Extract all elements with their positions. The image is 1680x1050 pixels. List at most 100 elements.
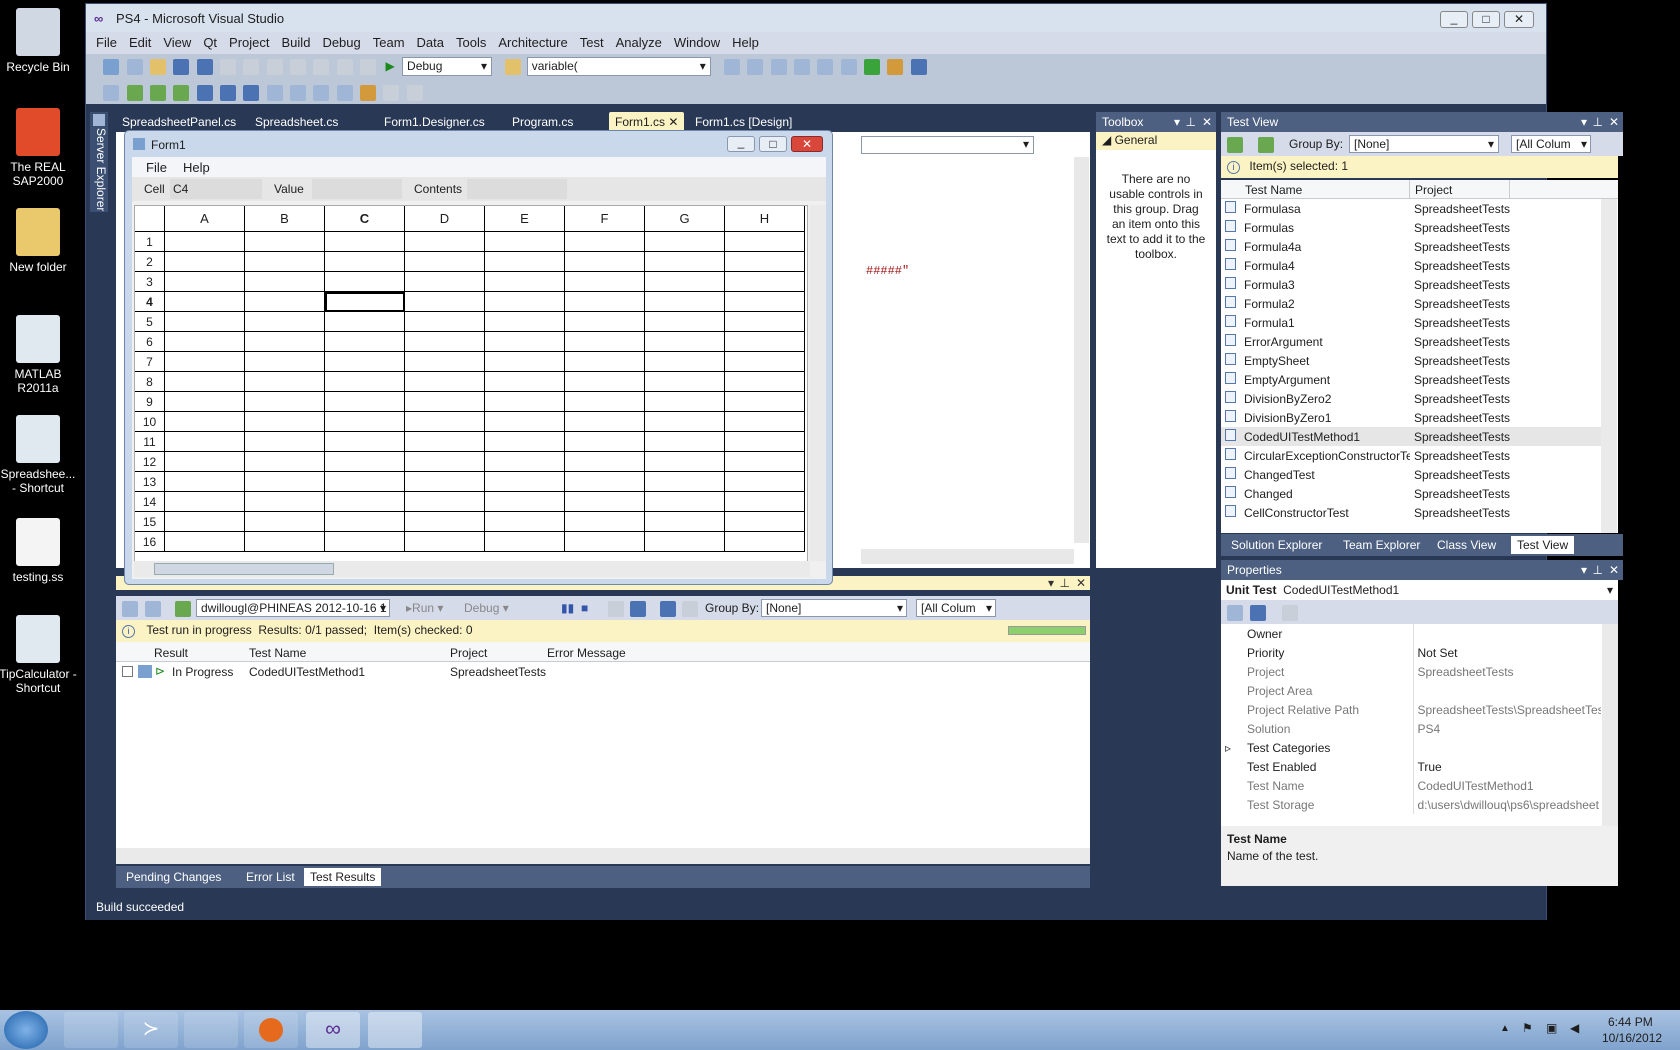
save-icon[interactable]: [173, 59, 190, 75]
grid-cell[interactable]: [645, 372, 725, 392]
test-name-column-header[interactable]: Test Name: [249, 646, 306, 660]
results-group-by-select[interactable]: [None] ▾: [761, 599, 907, 617]
grid-cell[interactable]: [165, 332, 245, 352]
grid-cell[interactable]: [165, 432, 245, 452]
cell-name-field[interactable]: C4: [170, 179, 262, 199]
test-results-icon[interactable]: [196, 85, 213, 101]
grid-cell[interactable]: [645, 232, 725, 252]
form-menu-file[interactable]: File: [132, 157, 179, 175]
grid-cell[interactable]: [645, 532, 725, 552]
menu-test[interactable]: Test: [574, 32, 610, 53]
undo-icon[interactable]: [290, 59, 307, 75]
categorized-icon[interactable]: [1227, 605, 1243, 621]
row-header[interactable]: 10: [135, 412, 165, 432]
grid-cell[interactable]: [565, 352, 645, 372]
desktop-icon[interactable]: New folder: [0, 208, 78, 274]
test-view-row[interactable]: CellConstructorTest SpreadsheetTests: [1221, 503, 1601, 522]
grid-cell[interactable]: [645, 492, 725, 512]
grid-cell[interactable]: [405, 532, 485, 552]
form1-minimize-button[interactable]: _: [727, 136, 755, 152]
property-row[interactable]: Owner: [1221, 624, 1601, 643]
test-view-row[interactable]: EmptySheet SpreadsheetTests: [1221, 351, 1601, 370]
property-row[interactable]: Test Storage d:\users\dwillouq\ps6\spread…: [1221, 795, 1601, 814]
grid-cell[interactable]: [165, 272, 245, 292]
grid-cell[interactable]: [485, 292, 565, 312]
grid-cell[interactable]: [165, 532, 245, 552]
grid-cell[interactable]: [645, 252, 725, 272]
tools-icon[interactable]: [840, 59, 857, 75]
test-results-dropdown-icon[interactable]: ▾: [1048, 576, 1054, 590]
export-icon[interactable]: [630, 601, 646, 617]
column-header[interactable]: H: [725, 206, 805, 232]
column-header[interactable]: G: [645, 206, 725, 232]
grid-cell[interactable]: [645, 452, 725, 472]
grid-cell[interactable]: [405, 352, 485, 372]
grid-cell[interactable]: [405, 292, 485, 312]
grid-cell[interactable]: [645, 292, 725, 312]
grid-cell[interactable]: [405, 452, 485, 472]
grid-cell[interactable]: [165, 512, 245, 532]
row-header[interactable]: 14: [135, 492, 165, 512]
paste-icon[interactable]: [266, 59, 283, 75]
grid-cell[interactable]: [485, 472, 565, 492]
grid-cell[interactable]: [165, 252, 245, 272]
grid-cell[interactable]: [485, 412, 565, 432]
grid-cell[interactable]: [325, 452, 405, 472]
editor-dropdown[interactable]: ▾: [861, 136, 1034, 154]
desktop-icon[interactable]: Recycle Bin: [0, 8, 78, 74]
row-header[interactable]: 5: [135, 312, 165, 332]
properties-close-icon[interactable]: ✕: [1609, 563, 1619, 577]
grid-cell[interactable]: [325, 352, 405, 372]
desktop-icon[interactable]: MATLAB R2011a: [0, 315, 78, 395]
grid-cell[interactable]: [165, 292, 245, 312]
grid-cell[interactable]: [645, 432, 725, 452]
grid-cell[interactable]: [405, 432, 485, 452]
test-view-row[interactable]: ErrorArgument SpreadsheetTests: [1221, 332, 1601, 351]
menu-debug[interactable]: Debug: [316, 32, 366, 53]
grid-cell[interactable]: [725, 412, 805, 432]
menu-project[interactable]: Project: [223, 32, 275, 53]
properties-vscroll[interactable]: [1602, 624, 1618, 826]
grid-cell[interactable]: [565, 492, 645, 512]
test-view-row[interactable]: DivisionByZero1 SpreadsheetTests: [1221, 408, 1601, 427]
grid-cell[interactable]: [565, 452, 645, 472]
toolbox-icon[interactable]: [794, 59, 811, 75]
grid-cell[interactable]: [405, 312, 485, 332]
taskbar-server-manager[interactable]: [64, 1012, 118, 1048]
row-header[interactable]: 4: [135, 292, 165, 312]
grid-cell[interactable]: [485, 452, 565, 472]
grid-cell[interactable]: [405, 332, 485, 352]
row-header[interactable]: 8: [135, 372, 165, 392]
grid-cell[interactable]: [165, 352, 245, 372]
row-header[interactable]: 13: [135, 472, 165, 492]
grid-cell[interactable]: [165, 472, 245, 492]
project-column-header[interactable]: Project: [450, 646, 487, 660]
test-results-pin-icon[interactable]: ⊥: [1060, 576, 1070, 590]
object-browser-icon[interactable]: [770, 59, 787, 75]
sheet-vscroll[interactable]: [810, 205, 826, 561]
test-view-row[interactable]: Formulasa SpreadsheetTests: [1221, 199, 1601, 218]
grid-cell[interactable]: [565, 412, 645, 432]
test-view-row[interactable]: CodedUITestMethod1 SpreadsheetTests: [1221, 427, 1601, 446]
test-view-row[interactable]: Formula1 SpreadsheetTests: [1221, 313, 1601, 332]
properties-object-select[interactable]: Unit Test CodedUITestMethod1 ▾: [1221, 580, 1618, 600]
taskbar-powershell[interactable]: ≻: [124, 1012, 178, 1048]
bookmark-icon[interactable]: [360, 85, 377, 101]
grid-cell[interactable]: [405, 252, 485, 272]
grid-cell[interactable]: [485, 312, 565, 332]
menu-analyze[interactable]: Analyze: [610, 32, 668, 53]
clock-date[interactable]: 10/16/2012: [1602, 1031, 1662, 1045]
volume-icon[interactable]: ◀: [1570, 1021, 1579, 1035]
desktop-icon[interactable]: Spreadshee... - Shortcut: [0, 415, 78, 495]
doc-tab[interactable]: Form1.cs [Design]: [689, 112, 798, 132]
grid-cell[interactable]: [485, 532, 565, 552]
properties-dropdown-icon[interactable]: ▾: [1581, 563, 1587, 577]
test-view-row[interactable]: Formula3 SpreadsheetTests: [1221, 275, 1601, 294]
properties-pin-icon[interactable]: ⊥: [1593, 563, 1603, 577]
grid-cell[interactable]: [565, 392, 645, 412]
action-center-icon[interactable]: ⚑: [1522, 1021, 1533, 1035]
grid-cell[interactable]: [565, 232, 645, 252]
menu-view[interactable]: View: [157, 32, 197, 53]
test-view-columns-select[interactable]: [All Colum ▾: [1511, 135, 1591, 153]
test-results-hscroll[interactable]: [116, 848, 1090, 864]
